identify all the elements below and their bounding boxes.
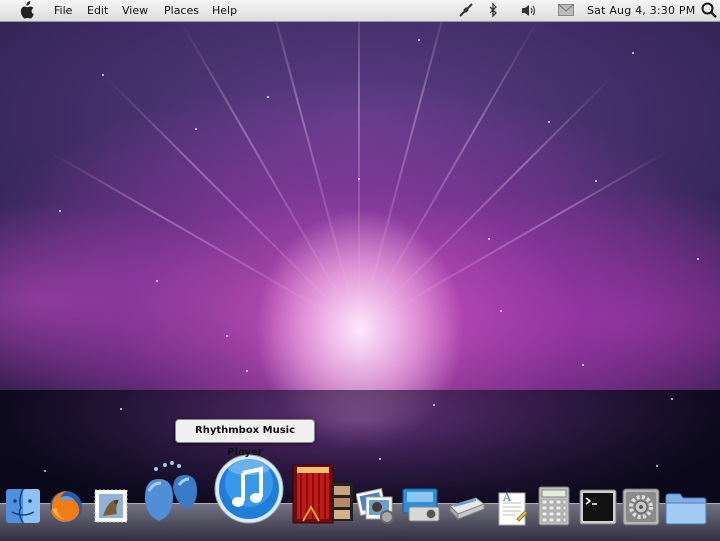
text-editor-icon[interactable]: A bbox=[495, 489, 529, 527]
photo-viewer-icon[interactable] bbox=[356, 485, 396, 525]
desktop-wallpaper bbox=[0, 0, 720, 540]
folder-icon[interactable] bbox=[664, 491, 708, 525]
calculator-icon[interactable] bbox=[538, 486, 570, 526]
svg-text:A: A bbox=[502, 491, 512, 504]
top-menu-bar: File Edit View Places Help Sat Aug 4, 3:… bbox=[0, 0, 720, 22]
menu-help[interactable]: Help bbox=[212, 4, 237, 17]
spotlight-search-icon[interactable] bbox=[701, 2, 717, 21]
volume-icon[interactable] bbox=[521, 3, 537, 21]
finder-icon[interactable] bbox=[5, 488, 41, 524]
firefox-icon[interactable] bbox=[47, 487, 85, 525]
apple-icon[interactable] bbox=[18, 1, 34, 20]
mail-stamp-icon[interactable] bbox=[93, 488, 129, 524]
dock-tooltip: Rhythmbox Music Player bbox=[175, 419, 315, 458]
mail-icon[interactable] bbox=[558, 4, 574, 19]
network-icon[interactable] bbox=[458, 3, 474, 21]
camera-icon[interactable] bbox=[401, 487, 441, 523]
bluetooth-icon[interactable] bbox=[488, 2, 498, 21]
menu-edit[interactable]: Edit bbox=[87, 4, 108, 17]
menu-file[interactable]: File bbox=[54, 4, 72, 17]
pidgin-icon[interactable] bbox=[143, 461, 205, 525]
menu-places[interactable]: Places bbox=[164, 4, 199, 17]
terminal-icon[interactable] bbox=[579, 489, 617, 525]
clock[interactable]: Sat Aug 4, 3:30 PM bbox=[587, 4, 695, 17]
video-player-icon[interactable] bbox=[291, 463, 355, 525]
menu-view[interactable]: View bbox=[122, 4, 148, 17]
system-preferences-icon[interactable] bbox=[622, 488, 660, 526]
scanner-icon[interactable] bbox=[446, 492, 486, 522]
